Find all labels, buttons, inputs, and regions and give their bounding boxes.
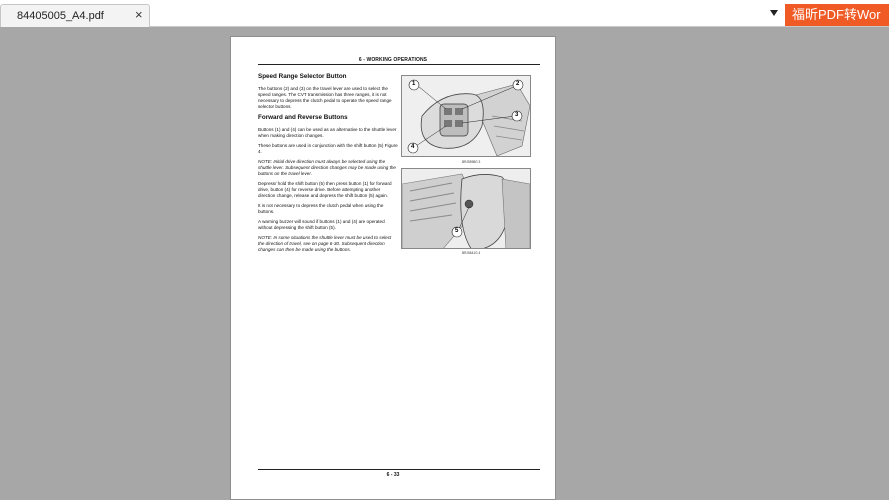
paragraph: The buttons (2) and (3) on the travel le… bbox=[258, 86, 392, 109]
callout-1: 1 bbox=[412, 81, 416, 87]
close-icon[interactable]: × bbox=[135, 8, 143, 22]
callout-3: 3 bbox=[515, 112, 519, 118]
footer-divider bbox=[258, 469, 540, 470]
convert-to-word-banner[interactable]: 福昕PDF转Wor bbox=[785, 4, 889, 26]
page-number: 6 - 33 bbox=[386, 472, 400, 478]
paragraph: It is not necessary to depress the clutc… bbox=[258, 203, 384, 214]
pdf-page: 6 - WORKING OPERATIONS Speed Range Selec… bbox=[230, 36, 556, 500]
header-divider bbox=[258, 64, 540, 65]
shift-button-illustration bbox=[402, 169, 530, 248]
paragraph: Depress/ hold the shift button (5) then … bbox=[258, 181, 392, 198]
page-header: 6 - WORKING OPERATIONS bbox=[358, 57, 428, 63]
section-heading: Speed Range Selector Button bbox=[258, 73, 347, 80]
text-column: Speed Range Selector Button The buttons … bbox=[258, 73, 398, 257]
figure-shift-button: 5 bbox=[401, 168, 531, 249]
note-paragraph: NOTE: Initial drive direction must alway… bbox=[258, 159, 396, 176]
figure-travel-lever: 1 2 3 4 bbox=[401, 75, 531, 157]
callout-5: 5 bbox=[455, 228, 459, 234]
callout-4: 4 bbox=[411, 144, 415, 150]
tab-filename: 84405005_A4.pdf bbox=[17, 10, 104, 22]
callout-2: 2 bbox=[516, 81, 520, 87]
note-paragraph: NOTE: In some situations the shuttle lev… bbox=[258, 235, 392, 252]
paragraph: Buttons (1) and (4) can be used as an al… bbox=[258, 127, 397, 138]
figure-caption: BRJ5598G 3 bbox=[462, 160, 481, 164]
tab-bar: 84405005_A4.pdf × 福昕PDF转Wor bbox=[0, 0, 889, 27]
dropdown-arrow-icon[interactable] bbox=[770, 10, 778, 16]
document-tab[interactable]: 84405005_A4.pdf × bbox=[0, 4, 150, 27]
paragraph: These buttons are used in conjunction wi… bbox=[258, 143, 398, 154]
paragraph: A warning buzzer will sound if buttons (… bbox=[258, 219, 385, 230]
section-heading: Forward and Reverse Buttons bbox=[258, 114, 348, 121]
figure-caption: BRJ5641G 4 bbox=[462, 251, 481, 255]
